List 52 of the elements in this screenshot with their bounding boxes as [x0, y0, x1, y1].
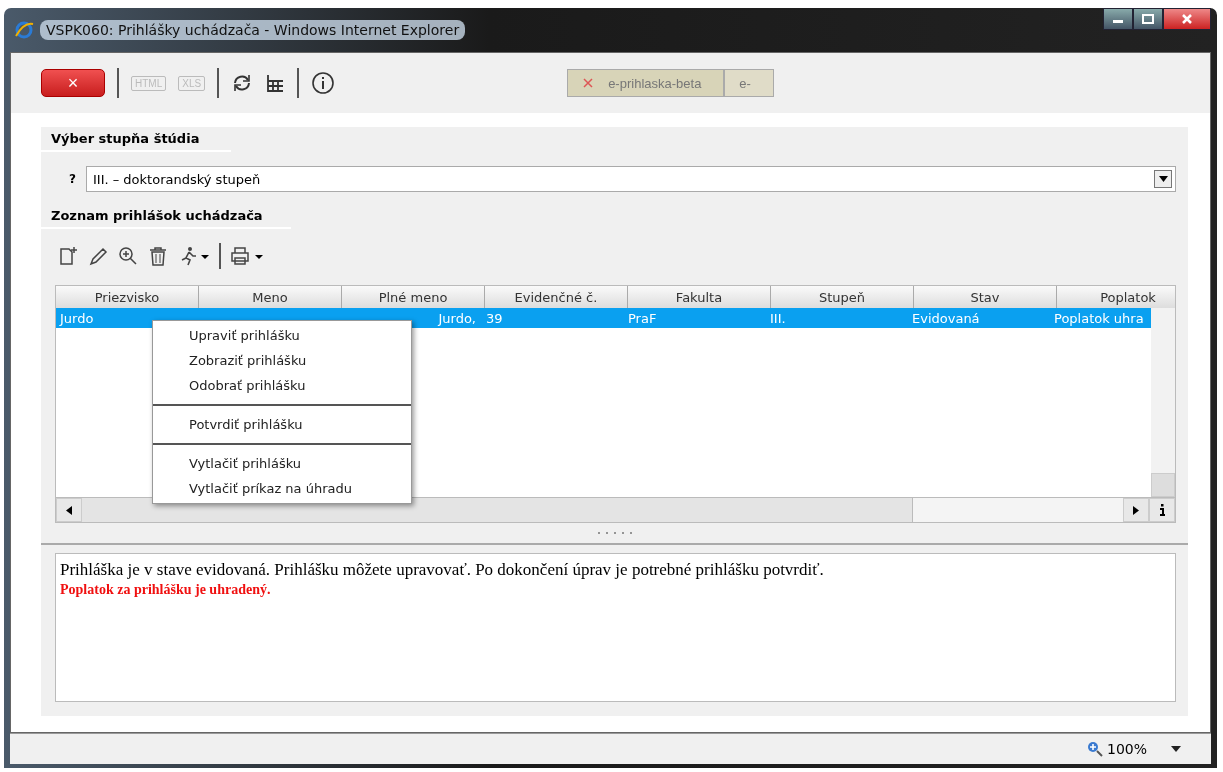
column-header[interactable]: Stav: [914, 286, 1057, 308]
vertical-scrollbar[interactable]: [1151, 308, 1175, 497]
close-icon[interactable]: [582, 77, 595, 89]
column-header[interactable]: Plné meno: [342, 286, 485, 308]
left-arrow-icon: [66, 505, 72, 515]
close-button[interactable]: [1163, 8, 1211, 30]
close-form-button[interactable]: ×: [41, 69, 105, 97]
info-icon: [1159, 504, 1165, 516]
column-header[interactable]: Meno: [199, 286, 342, 308]
pencil-icon[interactable]: [87, 245, 109, 267]
table-cell: III.: [770, 310, 786, 326]
table-cell: 39: [486, 310, 503, 326]
new-document-icon[interactable]: [57, 245, 79, 267]
menu-item[interactable]: Potvrdiť prihlášku: [153, 412, 411, 437]
info-icon[interactable]: [311, 71, 336, 95]
column-header[interactable]: Evidenčné č.: [485, 286, 628, 308]
column-header[interactable]: Stupeň: [771, 286, 914, 308]
table-cell: Evidovaná: [912, 310, 980, 326]
window-title: VSPK060: Prihlášky uchádzača - Windows Internet Explorer: [40, 20, 466, 40]
close-icon: [1181, 13, 1193, 25]
menu-item[interactable]: Odobrať prihlášku: [153, 373, 411, 398]
tab-label: e-prihlaska-beta: [608, 75, 702, 91]
scroll-right-button[interactable]: [1123, 498, 1149, 522]
fee-note: Poplatok za prihlášku je uhradený.: [60, 582, 272, 598]
menu-item[interactable]: Vytlačiť príkaz na úhradu: [153, 476, 411, 501]
info-button[interactable]: [1149, 498, 1175, 522]
right-arrow-icon: [1133, 505, 1139, 515]
help-mark[interactable]: ?: [69, 172, 76, 186]
column-header[interactable]: Fakulta: [628, 286, 771, 308]
study-level-dropdown[interactable]: III. – doktorandský stupeň: [85, 166, 1176, 192]
trash-icon[interactable]: [147, 245, 169, 267]
status-message: Prihláška je v stave evidovaná. Prihlášku môžete upravovať. Po dokončení úprav je potrebné prihlášku potvrdiť.: [60, 560, 825, 580]
zoom-icon[interactable]: [117, 245, 139, 267]
menu-item[interactable]: Vytlačiť prihlášku: [153, 451, 411, 476]
table-cell: Jurdo,: [438, 310, 476, 326]
horizontal-scrollbar[interactable]: [82, 498, 1123, 522]
table-cell: PraF: [628, 310, 657, 326]
zoom-icon[interactable]: [1086, 741, 1103, 757]
table-cell: Jurdo: [60, 310, 94, 326]
maximize-icon: [1142, 14, 1154, 24]
column-header[interactable]: Poplatok: [1057, 286, 1175, 308]
menu-item[interactable]: Zobraziť prihlášku: [153, 348, 411, 373]
zoom-level[interactable]: 100%: [1106, 741, 1147, 757]
scroll-left-button[interactable]: [56, 498, 82, 522]
browser-logo-icon: [14, 20, 34, 40]
minimize-button[interactable]: [1103, 8, 1133, 30]
table-cell: Poplatok uhra: [1054, 310, 1144, 326]
maximize-button[interactable]: [1133, 8, 1163, 30]
grid-icon[interactable]: [265, 73, 286, 93]
caret-icon[interactable]: [1171, 746, 1181, 752]
column-header[interactable]: Priezvisko: [56, 286, 199, 308]
caret-icon: [1158, 176, 1168, 182]
